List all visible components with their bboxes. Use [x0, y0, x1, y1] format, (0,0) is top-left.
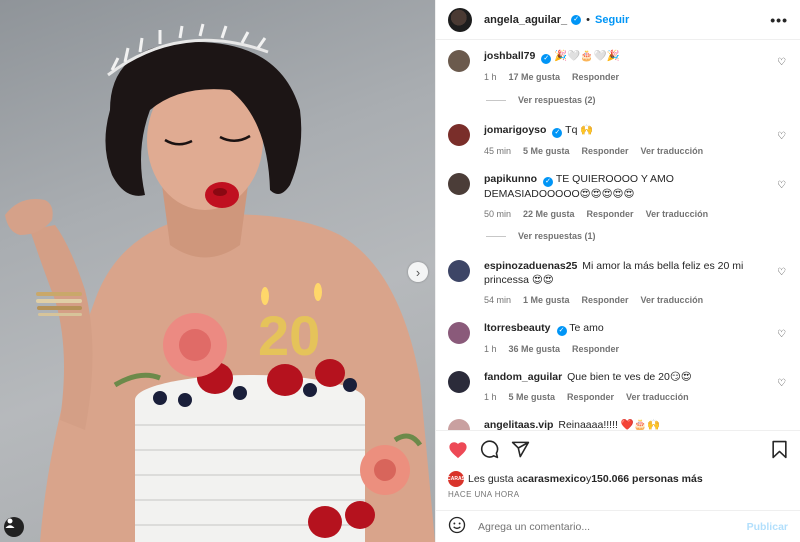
comment-item: jomarigoyso ✓ Tq 🙌 45 min 5 Me gusta Respon… — [448, 123, 792, 158]
commenter-username[interactable]: ltorresbeauty — [484, 322, 551, 334]
view-replies-label: Ver respuestas (1) — [518, 231, 596, 241]
comment-like-icon[interactable]: ♡ — [777, 329, 786, 340]
reply-button[interactable]: Responder — [582, 144, 629, 158]
separator-dot: • — [586, 13, 591, 26]
comment-likes[interactable]: 5 Me gusta — [523, 144, 570, 158]
comment-item: papikunno ✓ TE QUIEROOOO Y AMO DEMASIADOO… — [448, 172, 792, 221]
commenter-avatar[interactable] — [448, 124, 470, 146]
comment-item: angelitaas.vip Reinaaaa!!!!! ❤️🎂🙌 — [448, 418, 792, 430]
comment-likes[interactable]: 5 Me gusta — [509, 390, 556, 404]
add-comment-bar: Publicar — [436, 510, 800, 542]
comment-item: fandom_aguilar Que bien te ves de 20😏😍 1… — [448, 370, 792, 404]
comment-item: ltorresbeauty ✓ Te amo 1 h 36 Me gusta Resp… — [448, 321, 792, 356]
post-timestamp[interactable]: HACE UNA HORA — [448, 490, 519, 499]
comment-like-icon[interactable]: ♡ — [777, 378, 786, 389]
verified-badge-icon: ✓ — [543, 177, 554, 187]
share-icon[interactable] — [511, 440, 530, 459]
user-icon — [5, 518, 15, 528]
liker-avatar[interactable]: CARAS — [447, 471, 465, 487]
comment-text: Te amo — [569, 322, 604, 334]
translate-button[interactable]: Ver traducción — [646, 207, 709, 221]
commenter-avatar[interactable] — [448, 260, 470, 282]
comment-time[interactable]: 45 min — [484, 144, 511, 158]
view-replies-label: Ver respuestas (2) — [518, 95, 596, 105]
comment-text: Tq 🙌 — [565, 124, 594, 136]
commenter-avatar[interactable] — [448, 371, 470, 393]
comments-list[interactable]: joshball79 ✓ 🎉🤍🎂🤍🎉 1 h 17 Me gusta Responde… — [436, 40, 800, 430]
comment-time[interactable]: 1 h — [484, 342, 497, 356]
view-replies-button[interactable]: Ver respuestas (2) — [486, 95, 596, 105]
author-username[interactable]: angela_aguilar_ — [484, 14, 567, 26]
comment-like-icon[interactable]: ♡ — [777, 131, 786, 142]
comment-likes[interactable]: 17 Me gusta — [509, 70, 561, 84]
commenter-username[interactable]: angelitaas.vip — [484, 419, 553, 430]
comment-time[interactable]: 1 h — [484, 390, 497, 404]
post-modal: 20 › angela_aguilar_ ✓ • Seguir ••• josh… — [0, 0, 800, 542]
next-image-button[interactable]: › — [408, 262, 428, 282]
reply-button[interactable]: Responder — [572, 342, 619, 356]
comment-icon[interactable] — [480, 440, 499, 459]
comment-item: joshball79 ✓ 🎉🤍🎂🤍🎉 1 h 17 Me gusta Responde… — [448, 49, 792, 84]
follow-button[interactable]: Seguir — [595, 14, 629, 26]
author-avatar[interactable] — [448, 7, 472, 32]
svg-text:20: 20 — [258, 304, 320, 367]
commenter-avatar[interactable] — [448, 50, 470, 72]
commenter-username[interactable]: jomarigoyso — [484, 124, 546, 136]
commenter-username[interactable]: fandom_aguilar — [484, 371, 562, 383]
comment-text: 🎉🤍🎂🤍🎉 — [554, 50, 620, 62]
commenter-username[interactable]: joshball79 — [484, 50, 535, 62]
verified-badge-icon: ✓ — [571, 14, 582, 25]
comment-text: Que bien te ves de 20😏😍 — [567, 371, 692, 383]
commenter-username[interactable]: papikunno — [484, 173, 537, 185]
tagged-users-button[interactable] — [4, 517, 24, 537]
likes-summary: CARAS Les gusta a carasmexico y 150.066 … — [447, 471, 703, 487]
verified-badge-icon: ✓ — [556, 326, 567, 336]
commenter-avatar[interactable] — [448, 322, 470, 344]
commenter-avatar[interactable] — [448, 173, 470, 195]
emoji-icon[interactable] — [448, 516, 466, 537]
bookmark-icon[interactable] — [771, 440, 788, 459]
publish-button[interactable]: Publicar — [747, 521, 788, 533]
verified-badge-icon: ✓ — [552, 128, 563, 138]
comment-like-icon[interactable]: ♡ — [777, 57, 786, 68]
comment-time[interactable]: 54 min — [484, 293, 511, 307]
commenter-avatar[interactable] — [448, 419, 470, 430]
comment-input[interactable] — [478, 520, 747, 533]
photo-illustration: 20 — [5, 23, 435, 542]
chevron-right-icon: › — [415, 264, 421, 280]
verified-badge-icon: ✓ — [541, 54, 552, 64]
translate-button[interactable]: Ver traducción — [641, 144, 704, 158]
likes-prefix: Les gusta a — [468, 473, 523, 485]
post-details-panel: angela_aguilar_ ✓ • Seguir ••• joshball7… — [435, 0, 800, 542]
translate-button[interactable]: Ver traducción — [641, 293, 704, 307]
post-photo[interactable]: 20 › — [0, 0, 435, 542]
reply-button[interactable]: Responder — [572, 70, 619, 84]
comment-likes[interactable]: 22 Me gusta — [523, 207, 575, 221]
reply-button[interactable]: Responder — [587, 207, 634, 221]
comment-likes[interactable]: 1 Me gusta — [523, 293, 570, 307]
likes-count[interactable]: 150.066 personas más — [591, 473, 703, 485]
comment-time[interactable]: 1 h — [484, 70, 497, 84]
comment-like-icon[interactable]: ♡ — [777, 180, 786, 191]
view-replies-button[interactable]: Ver respuestas (1) — [486, 231, 596, 241]
comment-likes[interactable]: 36 Me gusta — [509, 342, 561, 356]
heart-filled-icon[interactable] — [448, 441, 468, 459]
liker-username[interactable]: carasmexico — [522, 473, 586, 485]
post-actions-bar — [436, 430, 800, 468]
comment-like-icon[interactable]: ♡ — [777, 267, 786, 278]
post-header: angela_aguilar_ ✓ • Seguir ••• — [436, 0, 800, 40]
reply-button[interactable]: Responder — [567, 390, 614, 404]
more-options-icon[interactable]: ••• — [770, 12, 788, 28]
translate-button[interactable]: Ver traducción — [626, 390, 689, 404]
commenter-username[interactable]: espinozaduenas25 — [484, 260, 577, 272]
comment-time[interactable]: 50 min — [484, 207, 511, 221]
comment-text: Reinaaaa!!!!! ❤️🎂🙌 — [558, 419, 661, 430]
reply-button[interactable]: Responder — [582, 293, 629, 307]
comment-item: espinozaduenas25 Mi amor la más bella fe… — [448, 259, 792, 307]
